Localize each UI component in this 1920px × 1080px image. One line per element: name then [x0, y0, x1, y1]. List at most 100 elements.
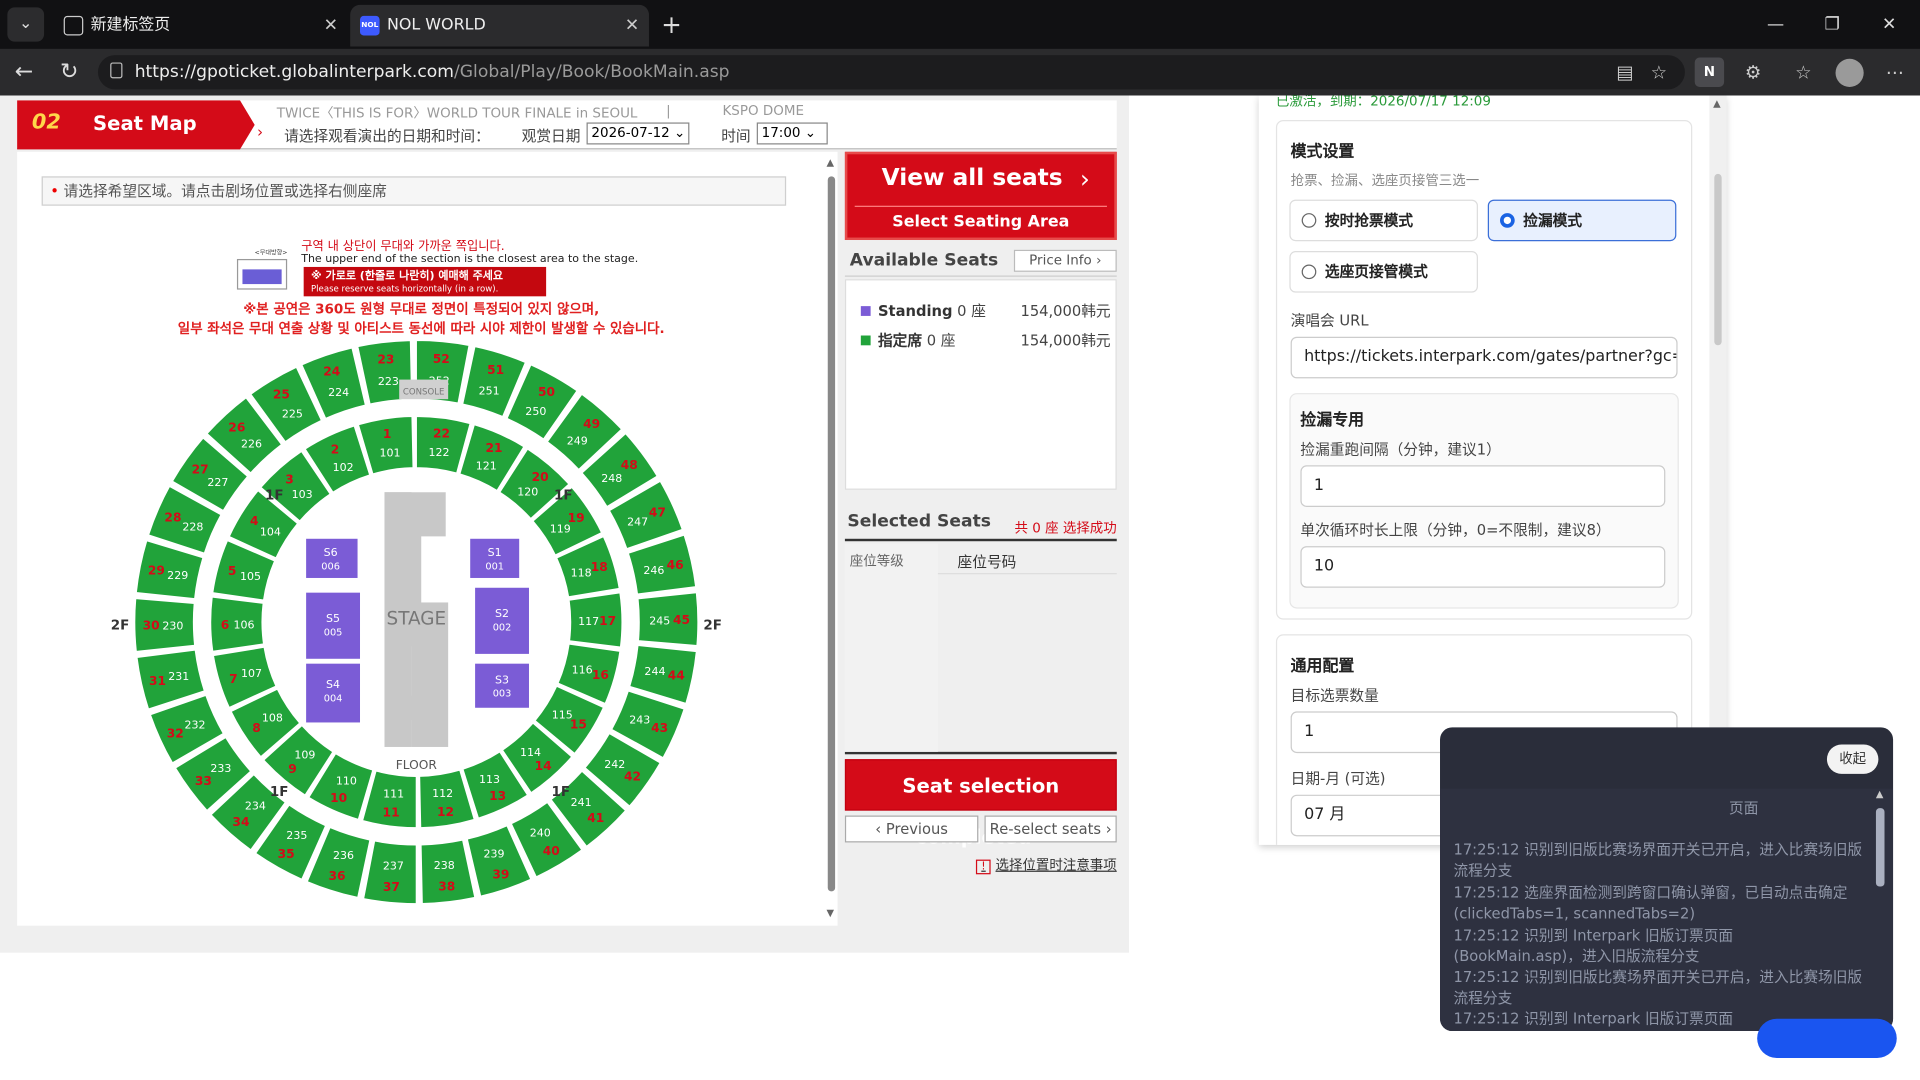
section-number-label: 250 — [525, 405, 546, 418]
section-short-label: 46 — [667, 558, 684, 572]
mode-subtitle: 抢票、捡漏、选座页接管三选一 — [1290, 172, 1480, 189]
standing-block-code: S1 — [488, 546, 502, 559]
date-label: 观赏日期 — [521, 127, 581, 145]
log-scrollbar-thumb[interactable] — [1875, 808, 1885, 887]
divider — [937, 573, 1117, 575]
map-scrollbar-thumb[interactable] — [827, 176, 836, 892]
standing-block-number: 001 — [485, 561, 504, 572]
section-short-label: 4 — [250, 514, 259, 528]
concert-url-input[interactable]: https://tickets.interpark.com/gates/part… — [1290, 336, 1678, 379]
minimize-icon[interactable]: — — [1767, 0, 1784, 49]
close-window-icon[interactable]: ✕ — [1882, 0, 1896, 49]
section-number-label: 111 — [383, 788, 404, 801]
grade-reserved[interactable]: 指定席 0 座 — [860, 329, 955, 350]
panel-scrollbar-thumb[interactable] — [1714, 173, 1722, 346]
view-all-seats-button[interactable]: View all seats › Select Seating Area — [844, 151, 1117, 241]
seat-map-diagram[interactable]: <무대방향> 구역 내 상단이 무대와 가까운 쪽입니다. The upper … — [103, 235, 740, 921]
collapse-button[interactable]: 收起 — [1826, 744, 1879, 774]
standing-block-number: 005 — [324, 628, 343, 639]
tab-new-tab[interactable]: 新建标签页 ✕ — [54, 5, 348, 47]
url-field[interactable]: https://gpoticket.globalinterpark.com/Gl… — [97, 55, 1685, 90]
section-short-label: 25 — [273, 388, 290, 402]
section-short-label: 2 — [331, 443, 340, 457]
section-short-label: 21 — [485, 441, 502, 455]
section-short-label: 48 — [621, 458, 638, 472]
outer-section-237[interactable] — [362, 840, 417, 905]
site-info-icon[interactable] — [110, 62, 123, 79]
more-icon[interactable]: ⋯ — [1886, 49, 1904, 96]
selected-seats-header: Selected Seats 共 0 座 选择成功 — [844, 507, 1117, 542]
section-number-label: 229 — [167, 569, 188, 582]
caution-link[interactable]: ! 选择位置时注意事项 — [976, 855, 1117, 875]
section-number-label: 223 — [378, 375, 399, 388]
previous-button[interactable]: ‹ Previous — [844, 815, 979, 843]
puzzle-icon[interactable]: ⚙ — [1745, 49, 1761, 96]
close-tab-icon[interactable]: ✕ — [324, 5, 338, 47]
seat-map-area: • 请选择希望区域。请点击剧场位置或选择右侧座席 ▲ ▼ <무대방향> 구역 내… — [17, 151, 838, 926]
map-scrollbar[interactable]: ▲ ▼ — [825, 157, 837, 918]
tab-nol-world[interactable]: NOL NOL WORLD ✕ — [350, 4, 649, 47]
chevron-right-icon: › — [257, 123, 264, 141]
section-number-label: 244 — [644, 665, 665, 678]
row-notice-english: Please reserve seats horizontally (in a … — [311, 284, 498, 294]
standing-block-code: S5 — [326, 612, 340, 625]
mode-radio-timed[interactable]: 按时抢票模式 — [1289, 199, 1478, 242]
time-select[interactable]: 17:00 ⌄ — [756, 122, 828, 145]
reload-icon[interactable]: ↻ — [60, 49, 78, 96]
mode-radio-takeover[interactable]: 选座页接管模式 — [1289, 251, 1478, 293]
standing-block-code: S2 — [495, 607, 509, 620]
grade-standing[interactable]: Standing 0 座 — [860, 300, 986, 321]
section-short-label: 50 — [538, 385, 555, 399]
month-label: 日期-月 (可选) — [1290, 770, 1386, 788]
seat-selection-complete-button[interactable]: Seat selection completed › — [844, 759, 1117, 849]
grade-color-swatch — [860, 335, 871, 346]
standing-block-S5[interactable] — [306, 592, 361, 659]
legend-small-label: <무대방향> — [255, 249, 288, 257]
loop-limit-input[interactable]: 10 — [1300, 546, 1666, 588]
close-tab-icon[interactable]: ✕ — [625, 5, 639, 47]
floating-action-button[interactable] — [1757, 1018, 1897, 1058]
url-label: 演唱会 URL — [1290, 312, 1369, 330]
date-select[interactable]: 2026-07-12 ⌄ — [586, 122, 690, 145]
url-text: https://gpoticket.globalinterpark.com/Gl… — [134, 62, 730, 83]
log-scrollbar[interactable]: ▲ — [1873, 789, 1888, 1022]
star-icon[interactable]: ☆ — [1651, 49, 1667, 96]
stage-label: STAGE — [387, 608, 447, 629]
outer-section-238[interactable] — [420, 839, 476, 905]
column-header-seat: 座位号码 — [957, 553, 1017, 571]
price-info-button[interactable]: Price Info › — [1013, 249, 1117, 272]
loop-limit-label: 单次循环时长上限（分钟，0=不限制，建议8） — [1300, 521, 1611, 539]
selected-seats-table: 座位等级 座位号码 — [844, 543, 1117, 755]
available-seats-header: Available Seats Price Info › — [844, 247, 1117, 277]
mode-settings-card: 模式设置 抢票、捡漏、选座页接管三选一 按时抢票模式 捡漏模式 选座页接管模式 … — [1275, 120, 1693, 620]
section-short-label: 12 — [437, 805, 454, 819]
avatar[interactable] — [1835, 58, 1864, 87]
section-short-label: 14 — [535, 759, 552, 773]
booking-site: 02 Seat Map TWICE〈THIS IS FOR〉WORLD TOUR… — [0, 95, 1129, 953]
section-short-label: 11 — [383, 806, 400, 820]
section-number-label: 243 — [629, 714, 650, 727]
column-header-grade: 座位等级 — [844, 543, 938, 752]
reselect-seats-button[interactable]: Re-select seats › — [984, 815, 1117, 843]
extension-n-icon[interactable]: N — [1694, 57, 1725, 87]
section-short-label: 28 — [164, 511, 181, 525]
reader-mode-icon[interactable]: ▤ — [1616, 49, 1633, 96]
floor-level-label: 2F — [703, 618, 722, 633]
section-short-label: 9 — [288, 762, 297, 776]
section-short-label: 36 — [329, 869, 346, 883]
interval-input[interactable]: 1 — [1300, 465, 1666, 507]
warning-line-2: 일부 좌석은 무대 연출 상황 및 아티스트 동선에 따라 시야 제한이 발생할… — [178, 320, 665, 337]
back-arrow-icon[interactable]: ← — [15, 49, 33, 96]
radio-icon — [1301, 264, 1317, 280]
restore-icon[interactable]: ❐ — [1825, 0, 1840, 49]
new-tab-button[interactable]: + — [661, 7, 682, 41]
section-short-label: 39 — [492, 867, 509, 881]
favorites-icon[interactable]: ☆ — [1795, 49, 1811, 96]
mode-radio-sniper[interactable]: 捡漏模式 — [1487, 199, 1677, 242]
step-number: 02 — [31, 110, 61, 135]
standing-block-S2[interactable] — [475, 587, 529, 654]
floor-label: FLOOR — [396, 758, 438, 772]
tab-list-button[interactable]: ⌄ — [7, 7, 45, 42]
section-number-label: 105 — [240, 570, 261, 583]
selected-count: 共 0 座 选择成功 — [1014, 520, 1117, 537]
